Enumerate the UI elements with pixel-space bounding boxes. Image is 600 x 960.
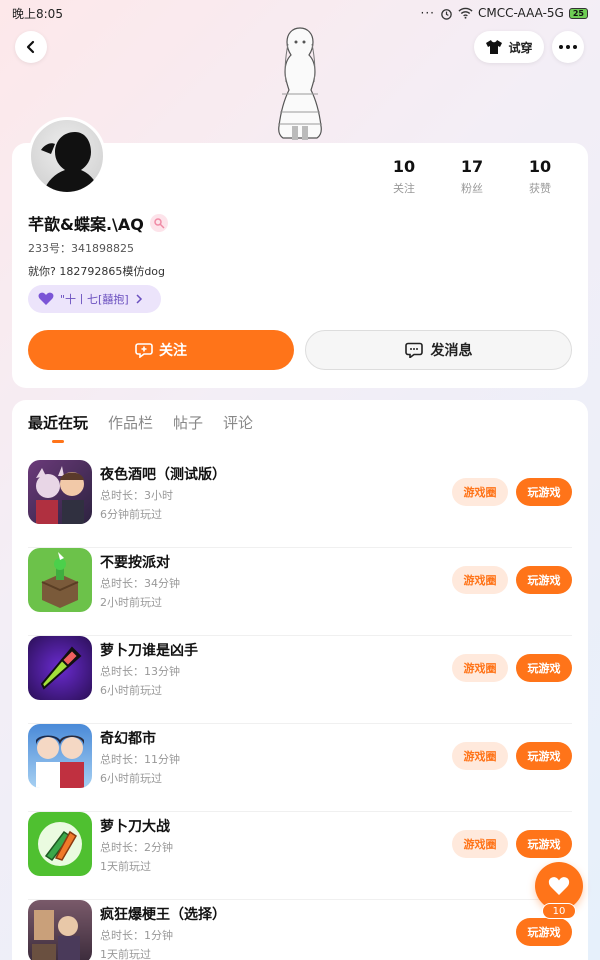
game-last-played: 1天前玩过: [100, 860, 151, 873]
stat-number: 10: [528, 157, 552, 176]
profile-card: 10 关注 17 粉丝 10 获赞 芊歆&蝶案.\AQ 233号：3418988…: [12, 117, 588, 388]
game-row[interactable]: 不要按派对 总时长：34分钟 2小时前玩过 游戏圈 玩游戏: [28, 548, 572, 636]
bio-text: 就你? 182792865模仿dog: [28, 265, 166, 278]
game-name: 萝卜刀谁是凶手: [100, 643, 198, 659]
play-game-button[interactable]: 玩游戏: [516, 478, 572, 506]
tab-comments[interactable]: 评论: [223, 412, 253, 433]
heart-icon: [548, 877, 570, 895]
stats-group: 10 关注 17 粉丝 10 获赞: [370, 157, 574, 196]
stat-following[interactable]: 10 关注: [370, 157, 438, 196]
game-icon-dont-press-party: [28, 548, 92, 612]
game-icon-radish-knife-murderer: [28, 636, 92, 700]
game-last-played: 1天前玩过: [100, 948, 151, 960]
content-card: 最近在玩 作品栏 帖子 评论 夜色酒吧（测试版） 总时长：3小时 6分钟前玩过 …: [12, 400, 588, 960]
game-last-played: 2小时前玩过: [100, 596, 162, 609]
game-name: 不要按派对: [100, 555, 170, 571]
heart-icon: [38, 292, 54, 305]
game-last-played: 6分钟前玩过: [100, 508, 162, 521]
play-game-button[interactable]: 玩游戏: [516, 566, 572, 594]
wifi-icon: [458, 7, 473, 19]
more-dots-icon: ···: [420, 6, 435, 20]
tag-label: "十丨七[囍抱]: [60, 293, 129, 306]
stat-label: 关注: [393, 182, 415, 195]
tab-bar: 最近在玩 作品栏 帖子 评论: [28, 412, 253, 433]
status-bar: 晚上8:05 ··· CMCC-AAA-5G 25: [0, 0, 600, 26]
stat-label: 获赞: [529, 182, 551, 195]
try-on-button[interactable]: 试穿: [474, 31, 544, 63]
avatar[interactable]: [28, 117, 106, 195]
more-button[interactable]: [552, 31, 584, 63]
game-circle-button[interactable]: 游戏圈: [452, 830, 508, 858]
play-game-button[interactable]: 玩游戏: [516, 654, 572, 682]
username: 芊歆&蝶案.\AQ: [28, 215, 144, 234]
avatar-silhouette-icon: [41, 132, 100, 192]
stat-number: 10: [392, 157, 416, 176]
chat-bubble-icon: [404, 342, 423, 358]
stat-likes[interactable]: 10 获赞: [506, 157, 574, 196]
stat-number: 17: [460, 157, 484, 176]
game-row[interactable]: 萝卜刀大战 总时长：2分钟 1天前玩过 游戏圈 玩游戏: [28, 812, 572, 900]
game-row[interactable]: 萝卜刀谁是凶手 总时长：13分钟 6小时前玩过 游戏圈 玩游戏: [28, 636, 572, 724]
active-tab-indicator: [52, 440, 64, 443]
stat-followers[interactable]: 17 粉丝: [438, 157, 506, 196]
carrier-label: CMCC-AAA-5G: [478, 6, 564, 20]
game-icon-fantasy-city: [28, 724, 92, 788]
more-icon: [559, 45, 577, 49]
game-duration: 总时长：1分钟: [100, 929, 173, 942]
game-circle-button[interactable]: 游戏圈: [452, 478, 508, 506]
game-last-played: 6小时前玩过: [100, 684, 162, 697]
game-icon-night-bar: [28, 460, 92, 524]
game-name: 萝卜刀大战: [100, 819, 170, 835]
game-last-played: 6小时前玩过: [100, 772, 162, 785]
game-duration: 总时长：11分钟: [100, 753, 180, 766]
follow-button[interactable]: 关注: [28, 330, 294, 370]
status-time: 晚上8:05: [12, 6, 63, 21]
battery-icon: 25: [568, 7, 588, 19]
like-count: 10: [542, 903, 576, 919]
alarm-icon: [441, 8, 452, 20]
game-circle-button[interactable]: 游戏圈: [452, 566, 508, 594]
game-circle-button[interactable]: 游戏圈: [452, 742, 508, 770]
back-button[interactable]: [15, 31, 47, 63]
game-duration: 总时长：2分钟: [100, 841, 173, 854]
game-duration: 总时长：13分钟: [100, 665, 180, 678]
stat-label: 粉丝: [461, 182, 483, 195]
play-game-button[interactable]: 玩游戏: [516, 918, 572, 946]
game-name: 夜色酒吧（测试版）: [100, 467, 226, 483]
game-name: 疯狂爆梗王（选择）: [100, 907, 226, 923]
game-row[interactable]: 夜色酒吧（测试版） 总时长：3小时 6分钟前玩过 游戏圈 玩游戏: [28, 460, 572, 548]
follow-plus-icon: [135, 343, 153, 358]
game-duration: 总时长：34分钟: [100, 577, 180, 590]
try-on-label: 试穿: [508, 40, 533, 55]
gender-badge-icon: [149, 214, 168, 232]
game-row[interactable]: 奇幻都市 总时长：11分钟 6小时前玩过 游戏圈 玩游戏: [28, 724, 572, 812]
game-row[interactable]: 疯狂爆梗王（选择） 总时长：1分钟 1天前玩过 玩游戏: [28, 900, 572, 960]
tab-recently-played[interactable]: 最近在玩: [28, 412, 88, 433]
user-id: 233号：341898825: [28, 242, 134, 255]
game-name: 奇幻都市: [100, 731, 156, 747]
tshirt-icon: [486, 40, 503, 54]
follow-label: 关注: [159, 343, 187, 359]
message-label: 发消息: [430, 343, 473, 359]
game-duration: 总时长：3小时: [100, 489, 173, 502]
relationship-tag[interactable]: "十丨七[囍抱]: [28, 285, 161, 313]
chevron-right-icon: [136, 294, 142, 304]
send-message-button[interactable]: 发消息: [305, 330, 572, 370]
game-icon-crazy-meme-king: [28, 900, 92, 960]
play-game-button[interactable]: 玩游戏: [516, 830, 572, 858]
game-icon-radish-knife-battle: [28, 812, 92, 876]
tab-works[interactable]: 作品栏: [108, 412, 153, 433]
back-arrow-icon: [26, 40, 35, 54]
tab-posts[interactable]: 帖子: [173, 412, 203, 433]
game-circle-button[interactable]: 游戏圈: [452, 654, 508, 682]
character-figure[interactable]: [262, 24, 338, 142]
play-game-button[interactable]: 玩游戏: [516, 742, 572, 770]
